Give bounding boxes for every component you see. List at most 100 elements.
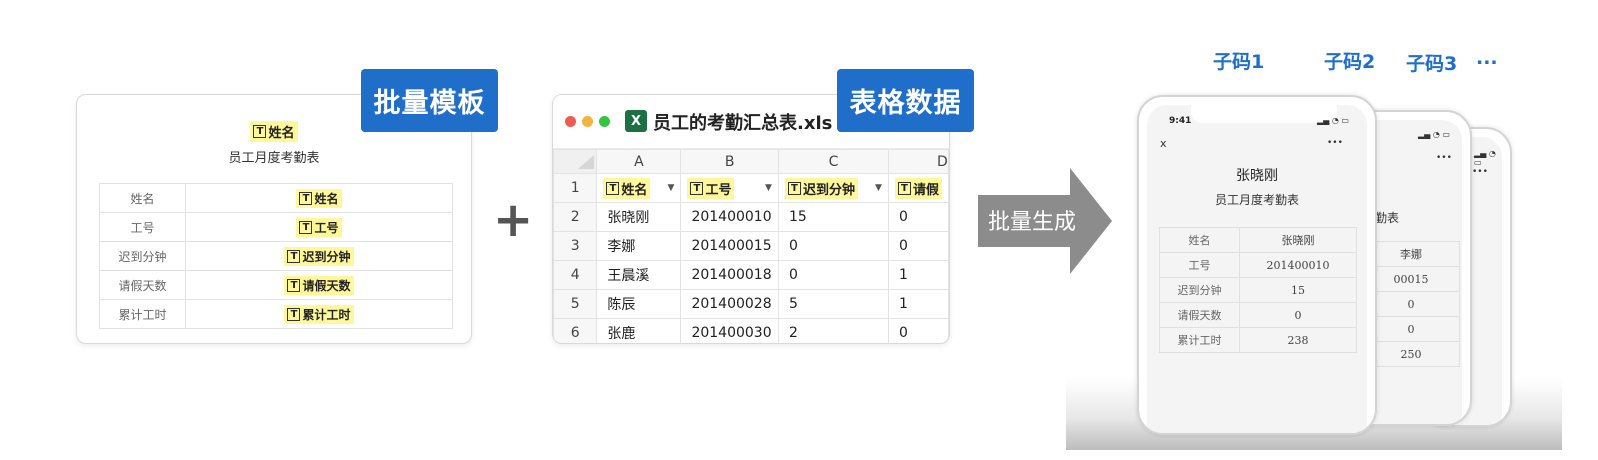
table-row: 0: [1362, 291, 1460, 317]
spreadsheet-title: 员工的考勤汇总表.xls: [653, 113, 833, 134]
cell[interactable]: 5: [777, 289, 889, 319]
cell[interactable]: 201400030: [680, 318, 779, 343]
cell[interactable]: 0: [777, 231, 889, 261]
menu-icon[interactable]: •••: [1472, 167, 1488, 177]
table-row: 6 张鹿 201400030 2 0: [553, 318, 949, 343]
filter-dropdown-icon[interactable]: ▼: [765, 183, 772, 193]
field-chip: T 累计工时: [284, 304, 354, 324]
text-field-icon: T: [287, 307, 301, 321]
row-value: 201400010: [1239, 252, 1357, 278]
status-icons: ▂▄ ◔ ▭: [1418, 130, 1450, 139]
row-value: T 累计工时: [185, 299, 453, 329]
cell[interactable]: 201400018: [680, 260, 779, 290]
value-cell: 0: [1362, 316, 1460, 342]
row-value: T 工号: [185, 212, 453, 242]
field-chip: T 姓名: [296, 188, 342, 208]
table-row: 3 李娜 201400015 0 0: [553, 231, 949, 261]
cell[interactable]: 201400028: [680, 289, 779, 319]
cell[interactable]: 1: [887, 260, 949, 290]
chip-label: 请假: [912, 182, 939, 198]
cell[interactable]: 0: [887, 318, 949, 343]
row-value: T 迟到分钟: [185, 241, 453, 271]
header-cell[interactable]: T 工号 ▼: [680, 173, 779, 203]
header-cell[interactable]: T 迟到分钟 ▼: [777, 173, 889, 203]
column-header[interactable]: D: [887, 149, 949, 174]
table-row: 迟到分钟 15: [1159, 277, 1357, 303]
column-header[interactable]: C: [777, 149, 889, 174]
row-number[interactable]: 2: [553, 202, 598, 232]
header-cell[interactable]: T 姓名 ▼: [596, 173, 682, 203]
cell[interactable]: 0: [887, 202, 949, 232]
spreadsheet-grid: A B C D 1 T 姓名 ▼ T 工号 ▼ T 迟到分钟 ▼ T 请假 2 张晓刚 201…: [553, 149, 949, 343]
row-number[interactable]: 4: [553, 260, 598, 290]
text-field-icon: T: [287, 249, 301, 263]
row-value: 0: [1239, 302, 1357, 328]
table-row: 姓名 T 姓名: [99, 183, 453, 213]
more-codes-label: ...: [1476, 47, 1498, 69]
cell[interactable]: 张晓刚: [596, 202, 682, 232]
minimize-dot-icon[interactable]: [582, 116, 593, 127]
row-label: 迟到分钟: [1159, 277, 1240, 303]
filter-dropdown-icon[interactable]: ▼: [668, 183, 675, 193]
table-row: 00015: [1362, 266, 1460, 292]
table-row: 2 张晓刚 201400010 15 0: [553, 202, 949, 232]
table-row: 累计工时 238: [1159, 327, 1357, 353]
plus-icon: +: [493, 192, 534, 248]
cell[interactable]: 201400010: [680, 202, 779, 232]
chip-label: 迟到分钟: [802, 182, 855, 198]
maximize-dot-icon[interactable]: [599, 116, 610, 127]
table-row: 姓名 张晓刚: [1159, 227, 1357, 253]
close-dot-icon[interactable]: [565, 116, 576, 127]
status-icons: ▂▄ ◔ ▭: [1474, 149, 1496, 167]
cell[interactable]: 0: [777, 260, 889, 290]
cell[interactable]: 陈辰: [596, 289, 682, 319]
row-value: 238: [1239, 327, 1357, 353]
row-number[interactable]: 3: [553, 231, 598, 261]
table-row: 5 陈辰 201400028 5 1: [553, 289, 949, 319]
cell[interactable]: 15: [777, 202, 889, 232]
phone-screen: 9:41 ▂▄ ◔ ▭ x ••• 张晓刚 员工月度考勤表 姓名 张晓刚 工号 20…: [1147, 105, 1367, 433]
corner-cell[interactable]: [553, 149, 598, 174]
text-field-icon: T: [299, 191, 313, 205]
text-field-icon: T: [690, 181, 704, 195]
menu-icon[interactable]: •••: [1436, 153, 1452, 163]
chip-label: 工号: [314, 220, 339, 235]
chip-label: 迟到分钟: [302, 249, 351, 264]
template-table: 姓名 T 姓名 工号 T 工号 迟到分钟 T 迟到分钟 请假天数 T 请假天数 累计工时…: [99, 183, 453, 329]
row-number[interactable]: 6: [553, 318, 598, 343]
text-field-icon: T: [897, 181, 911, 195]
header-row: 1 T 姓名 ▼ T 工号 ▼ T 迟到分钟 ▼ T 请假: [553, 173, 949, 203]
row-label: 累计工时: [1159, 327, 1240, 353]
text-field-icon: T: [253, 125, 267, 138]
header-cell[interactable]: T 请假: [887, 173, 949, 203]
attendance-table: 姓名 张晓刚 工号 201400010 迟到分钟 15 请假天数 0 累计工时 238: [1159, 227, 1357, 353]
status-icons: ▂▄ ◔ ▭: [1317, 116, 1349, 125]
row-value: T 请假天数: [185, 270, 453, 300]
row-number[interactable]: 1: [553, 173, 598, 203]
cell[interactable]: 王晨溪: [596, 260, 682, 290]
cell[interactable]: 1: [887, 289, 949, 319]
cell[interactable]: 201400015: [680, 231, 779, 261]
row-number[interactable]: 5: [553, 289, 598, 319]
text-field-icon: T: [606, 181, 620, 195]
row-label: 请假天数: [1159, 302, 1240, 328]
value-cell: 李娜: [1362, 241, 1460, 267]
field-chip: T 姓名: [603, 177, 651, 199]
column-header[interactable]: B: [680, 149, 779, 174]
menu-icon[interactable]: •••: [1327, 138, 1343, 148]
close-icon[interactable]: x: [1160, 137, 1167, 150]
batch-generate-label: 批量生成: [988, 210, 1077, 235]
row-value: T 姓名: [185, 183, 453, 213]
cell[interactable]: 0: [887, 231, 949, 261]
row-label: 请假天数: [99, 270, 186, 300]
row-value: 张晓刚: [1239, 227, 1357, 253]
table-row: 工号 T 工号: [99, 212, 453, 242]
column-header[interactable]: A: [596, 149, 682, 174]
chip-label: 工号: [705, 182, 732, 198]
cell[interactable]: 2: [777, 318, 889, 343]
row-label: 迟到分钟: [99, 241, 186, 271]
cell[interactable]: 张鹿: [596, 318, 682, 343]
cell[interactable]: 李娜: [596, 231, 682, 261]
filter-dropdown-icon[interactable]: ▼: [875, 183, 882, 193]
row-label: 累计工时: [99, 299, 186, 329]
